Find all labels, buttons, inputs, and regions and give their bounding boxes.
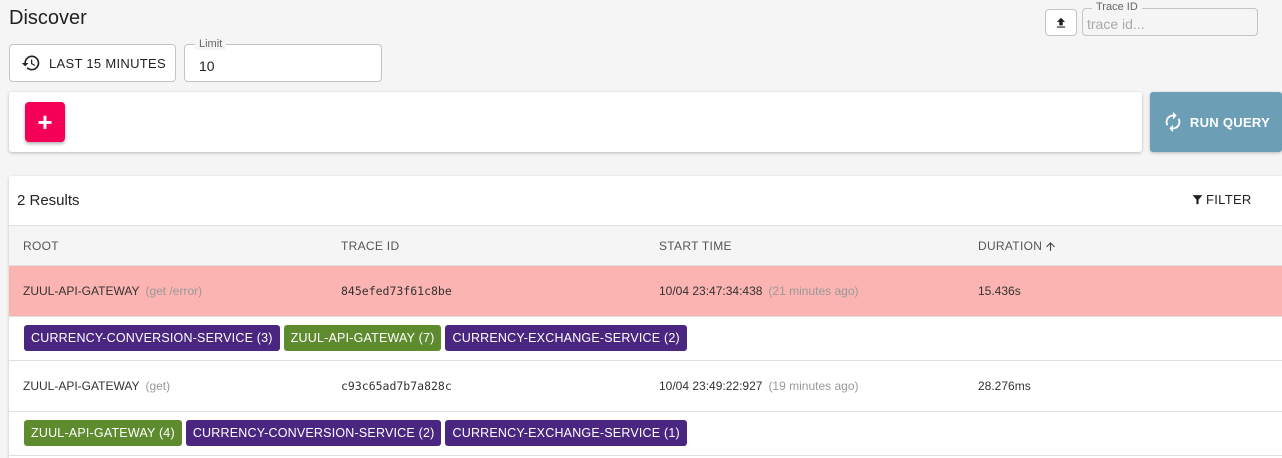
table-row[interactable]: ZUUL-API-GATEWAY (get) c93c65ad7b7a828c 1… xyxy=(9,361,1282,412)
duration: 15.436s xyxy=(978,284,1021,298)
root-service: ZUUL-API-GATEWAY xyxy=(23,284,140,298)
add-criteria-button[interactable]: + xyxy=(25,102,65,142)
query-builder: + xyxy=(9,92,1142,152)
table-row[interactable]: ZUUL-API-GATEWAY (get /error) 845efed73f6… xyxy=(9,266,1282,317)
filter-icon xyxy=(1192,195,1203,205)
time-range-label: LAST 15 MINUTES xyxy=(49,55,166,71)
filter-button[interactable]: FILTER xyxy=(1191,192,1252,207)
filter-label: FILTER xyxy=(1206,192,1252,207)
start-time: 10/04 23:47:34:438 xyxy=(659,284,763,298)
upload-icon xyxy=(1056,17,1066,28)
limit-field[interactable]: Limit xyxy=(184,38,382,82)
page-title: Discover xyxy=(9,7,87,29)
table-header: ROOT TRACE ID START TIME DURATION xyxy=(9,225,1282,266)
history-icon xyxy=(21,55,40,71)
column-start-time[interactable]: START TIME xyxy=(659,239,732,253)
results-panel: 2 Results FILTER ROOT TRACE ID START TIM… xyxy=(9,176,1282,458)
trace-id-input[interactable] xyxy=(1083,9,1257,35)
run-query-label: RUN QUERY xyxy=(1189,114,1271,130)
column-root[interactable]: ROOT xyxy=(23,239,59,253)
arrow-up-icon xyxy=(1046,241,1056,251)
service-badge[interactable]: ZUUL-API-GATEWAY (4) xyxy=(24,420,182,446)
time-range-button[interactable]: LAST 15 MINUTES xyxy=(9,44,176,82)
root-endpoint: (get /error) xyxy=(145,284,203,298)
service-badge[interactable]: ZUUL-API-GATEWAY (7) xyxy=(283,325,442,351)
service-badges-row: CURRENCY-CONVERSION-SERVICE (3) ZUUL-API… xyxy=(9,317,1282,361)
root-service: ZUUL-API-GATEWAY xyxy=(23,379,140,393)
column-trace-id[interactable]: TRACE ID xyxy=(341,239,399,253)
root-endpoint: (get) xyxy=(145,379,171,393)
trace-id: 845efed73f61c8be xyxy=(341,284,452,298)
trace-id: c93c65ad7b7a828c xyxy=(341,379,452,393)
relative-time: (19 minutes ago) xyxy=(768,379,859,393)
service-badge[interactable]: CURRENCY-CONVERSION-SERVICE (2) xyxy=(185,420,442,446)
service-badge[interactable]: CURRENCY-CONVERSION-SERVICE (3) xyxy=(24,325,280,351)
start-time: 10/04 23:49:22:927 xyxy=(659,379,763,393)
column-duration[interactable]: DURATION xyxy=(978,239,1057,253)
trace-id-field[interactable]: Trace ID xyxy=(1082,1,1258,36)
service-badge[interactable]: CURRENCY-EXCHANGE-SERVICE (1) xyxy=(445,420,687,446)
refresh-icon xyxy=(1165,111,1181,133)
service-badges-row: ZUUL-API-GATEWAY (4) CURRENCY-CONVERSION… xyxy=(9,412,1282,456)
relative-time: (21 minutes ago) xyxy=(768,284,859,298)
limit-input[interactable] xyxy=(185,45,381,81)
upload-trace-button[interactable] xyxy=(1045,9,1077,36)
service-badge[interactable]: CURRENCY-EXCHANGE-SERVICE (2) xyxy=(445,325,687,351)
duration: 28.276ms xyxy=(978,379,1031,393)
results-count: 2 Results xyxy=(17,192,80,209)
run-query-button[interactable]: RUN QUERY xyxy=(1150,92,1282,152)
